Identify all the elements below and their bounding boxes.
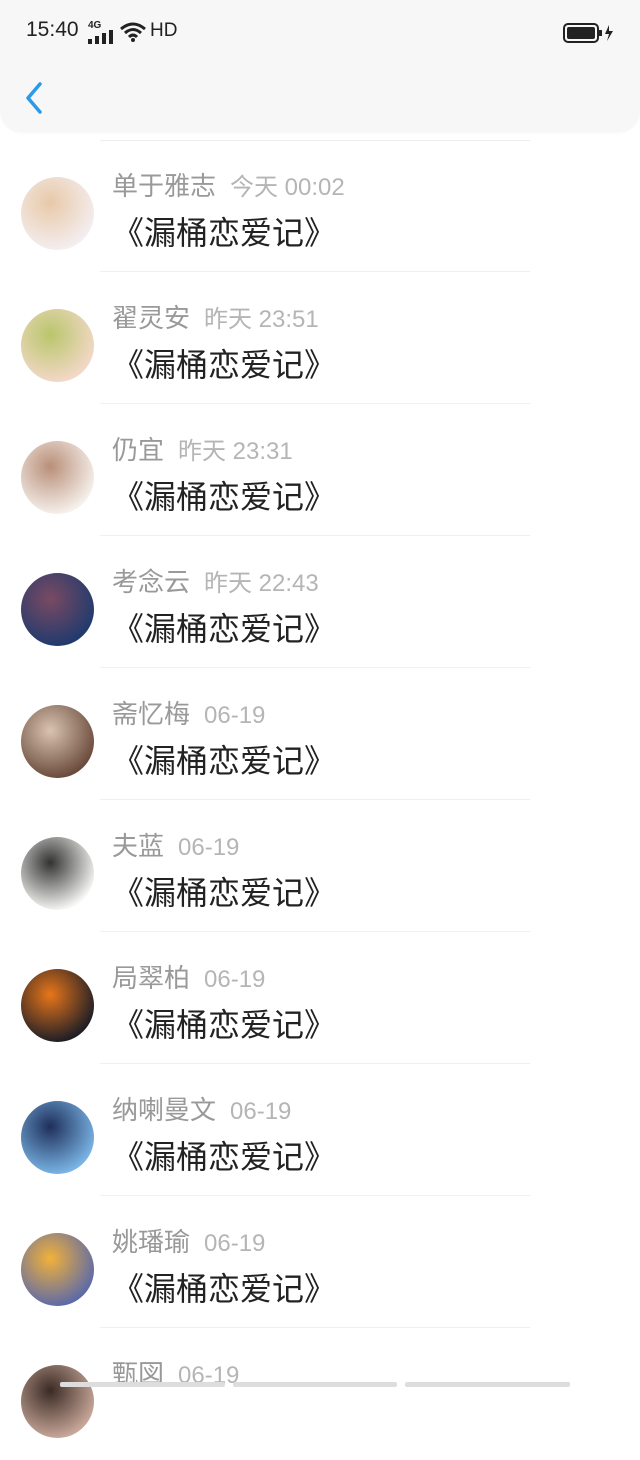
comment-author[interactable]: 纳喇曼文 [112,1096,216,1126]
comment-text: 《漏桶恋爱记》 [112,1138,337,1176]
comment-time: 今天 00:02 [230,174,345,201]
avatar[interactable] [21,705,94,778]
comment-text: 《漏桶恋爱记》 [112,742,337,780]
chevron-left-icon [26,82,42,114]
comment-item[interactable]: 局翠柏 06-19 《漏桶恋爱记》 [0,932,640,1064]
comment-text: 《漏桶恋爱记》 [112,346,337,384]
avatar[interactable] [21,309,94,382]
comment-time: 06-19 [204,1230,266,1257]
status-time: 15:40 [26,18,79,41]
comment-time: 06-19 [178,834,240,861]
comment-text: 《漏桶恋爱记》 [112,1270,337,1308]
avatar[interactable] [21,573,94,646]
comment-text: 《漏桶恋爱记》 [112,214,337,252]
comment-item[interactable]: 斋忆梅 06-19 《漏桶恋爱记》 [0,668,640,800]
comment-item[interactable]: 夫蓝 06-19 《漏桶恋爱记》 [0,800,640,932]
battery-icon [563,23,613,43]
comment-author[interactable]: 考念云 [112,568,190,598]
comment-item[interactable]: 考念云 昨天 22:43 《漏桶恋爱记》 [0,536,640,668]
comment-author[interactable]: 斋忆梅 [112,700,190,730]
comment-time: 昨天 23:31 [178,438,293,465]
comment-item[interactable]: 翟灵安 昨天 23:51 《漏桶恋爱记》 [0,272,640,404]
back-button[interactable] [18,78,54,118]
comment-item[interactable]: 单于雅志 今天 00:02 《漏桶恋爱记》 [0,140,640,272]
comment-text: 《漏桶恋爱记》 [112,478,337,516]
comment-author[interactable]: 夫蓝 [112,832,164,862]
avatar[interactable] [21,1365,94,1438]
wifi-icon [120,22,146,42]
comment-author[interactable]: 仍宜 [112,436,164,466]
comment-time: 06-19 [230,1098,292,1125]
avatar[interactable] [21,837,94,910]
hd-indicator: HD [150,20,178,41]
comment-item[interactable]: 姚璠瑜 06-19 《漏桶恋爱记》 [0,1196,640,1328]
scroll-indicator [60,1382,571,1387]
comment-time: 06-19 [204,702,266,729]
avatar[interactable] [21,1233,94,1306]
comment-item[interactable]: 纳喇曼文 06-19 《漏桶恋爱记》 [0,1064,640,1196]
comment-author[interactable]: 姚璠瑜 [112,1228,190,1258]
comment-text: 《漏桶恋爱记》 [112,610,337,648]
signal-icon [88,30,113,44]
comment-author[interactable]: 局翠柏 [112,964,190,994]
comment-author[interactable]: 单于雅志 [112,172,216,202]
comment-time: 06-19 [204,966,266,993]
avatar[interactable] [21,441,94,514]
comment-text: 《漏桶恋爱记》 [112,874,337,912]
avatar[interactable] [21,177,94,250]
comment-text: 《漏桶恋爱记》 [112,1006,337,1044]
status-bar: 15:40 4G HD [0,0,640,64]
top-app-bar [0,64,640,132]
comment-time: 昨天 23:51 [204,306,319,333]
comment-author[interactable]: 翟灵安 [112,304,190,334]
avatar[interactable] [21,1101,94,1174]
comment-item[interactable]: 仍宜 昨天 23:31 《漏桶恋爱记》 [0,404,640,536]
comment-item[interactable]: 甄図 06-19 [0,1328,640,1460]
comment-time: 昨天 22:43 [204,570,319,597]
avatar[interactable] [21,969,94,1042]
